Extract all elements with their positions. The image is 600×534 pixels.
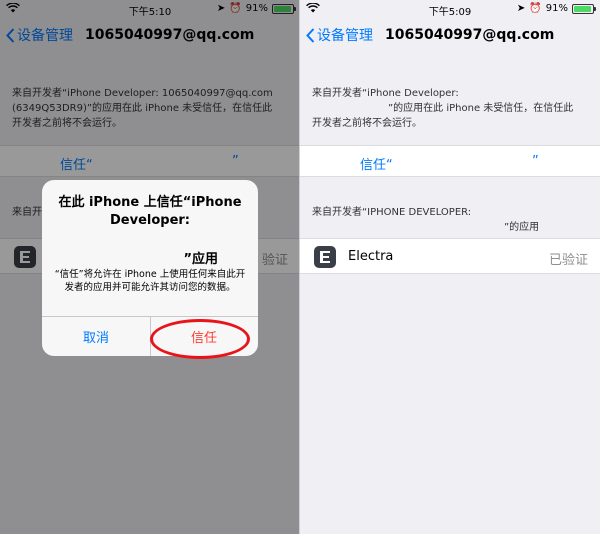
battery-icon	[572, 3, 596, 14]
cancel-button[interactable]: 取消	[42, 316, 150, 356]
page-title: 1065040997@qq.com	[385, 27, 555, 43]
right-screen: 下午5:09 ➤ ⏰ 91% 设备管理 1065040997@qq.com 来自…	[300, 0, 600, 534]
app-name: Electra	[348, 249, 394, 264]
left-screen: 下午5:10 ➤ ⏰ 91% 设备管理 1065040997@qq.com 来自…	[0, 0, 300, 534]
app-status: 已验证	[548, 253, 588, 268]
trust-developer-row[interactable]: 信任“ ”	[300, 145, 600, 177]
chevron-left-icon	[306, 27, 315, 43]
back-label: 设备管理	[317, 28, 373, 44]
highlight-circle	[150, 319, 250, 359]
alert-app-suffix: ”应用	[183, 252, 218, 267]
location-icon: ➤	[516, 3, 526, 14]
developer-description: 来自开发者“iPhone Developer: ”的应用在此 iPhone 未受…	[312, 88, 574, 129]
alarm-icon: ⏰	[529, 3, 542, 14]
alert-message: “信任”将允许在 iPhone 上使用任何来自此开发者的应用并可能允许其访问您的…	[54, 269, 246, 293]
electra-app-icon	[314, 246, 336, 268]
alert-title: 在此 iPhone 上信任“iPhone Developer:	[58, 195, 242, 228]
app-row[interactable]: Electra 已验证	[300, 238, 600, 274]
back-button[interactable]: 设备管理	[306, 25, 373, 45]
status-bar: 下午5:09 ➤ ⏰ 91%	[300, 0, 600, 18]
trust-developer-label: 信任“	[360, 158, 393, 173]
section-header: 来自开发者“IPHONE DEVELOPER: ”的应用	[312, 207, 540, 233]
nav-bar: 设备管理 1065040997@qq.com	[300, 20, 600, 50]
battery-percent: 91%	[545, 3, 568, 14]
